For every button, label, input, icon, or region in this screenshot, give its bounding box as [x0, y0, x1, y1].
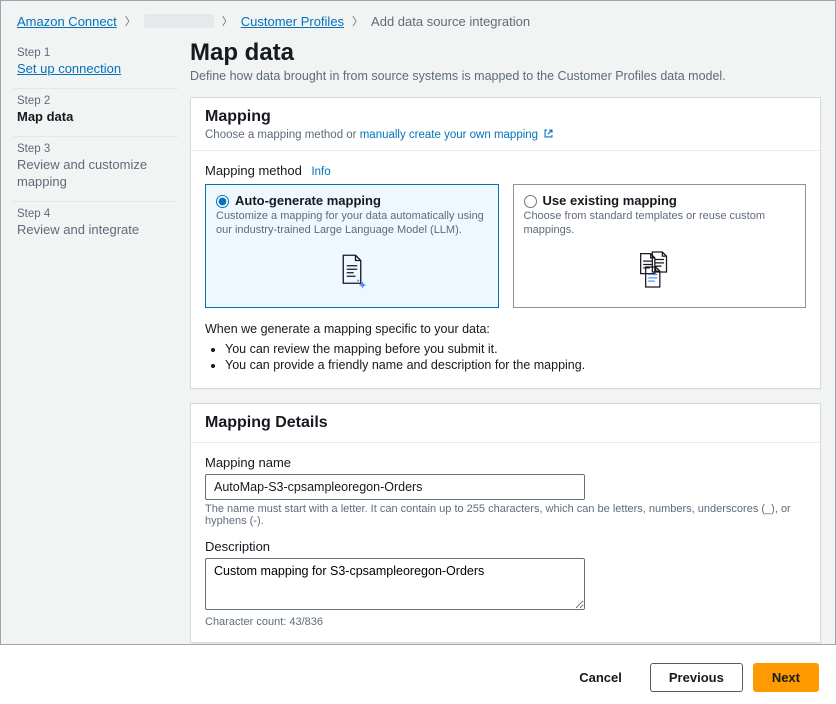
wizard-sidebar: Step 1 Set up connection Step 2 Map data… [13, 35, 178, 704]
step-name: Review and customize mapping [17, 157, 174, 191]
chevron-right-icon: 〉 [125, 13, 136, 29]
mapping-method-label: Mapping method [205, 163, 302, 178]
step-label: Step 1 [17, 47, 174, 59]
radio-auto-generate[interactable] [216, 195, 229, 208]
mapping-name-helper: The name must start with a letter. It ca… [205, 503, 806, 527]
tile-desc: Customize a mapping for your data automa… [216, 209, 488, 238]
mapping-method-tiles: Auto-generate mapping Customize a mappin… [205, 184, 806, 308]
external-link-icon [543, 128, 554, 142]
breadcrumb: Amazon Connect 〉 〉 Customer Profiles 〉 A… [5, 5, 831, 35]
step-label: Step 4 [17, 208, 174, 220]
info-link[interactable]: Info [311, 166, 330, 178]
mapping-heading: Mapping [205, 108, 806, 126]
radio-use-existing[interactable] [524, 195, 537, 208]
mapping-name-label: Mapping name [205, 455, 806, 470]
step-name: Set up connection [17, 61, 174, 78]
note-bullet: You can provide a friendly name and desc… [225, 358, 806, 372]
breadcrumb-redacted [144, 14, 214, 28]
breadcrumb-current: Add data source integration [371, 14, 530, 29]
step-name: Review and integrate [17, 222, 174, 239]
previous-button[interactable]: Previous [650, 663, 743, 692]
documents-stack-icon [524, 250, 796, 297]
tile-auto-generate-mapping[interactable]: Auto-generate mapping Customize a mappin… [205, 184, 499, 308]
breadcrumb-amazon-connect[interactable]: Amazon Connect [17, 14, 117, 29]
description-textarea[interactable] [205, 558, 585, 610]
note-intro: When we generate a mapping specific to y… [205, 322, 806, 336]
chevron-right-icon: 〉 [352, 13, 363, 29]
breadcrumb-customer-profiles[interactable]: Customer Profiles [241, 14, 344, 29]
tile-title: Auto-generate mapping [216, 193, 488, 208]
wizard-step-1[interactable]: Step 1 Set up connection [13, 41, 178, 89]
tile-title: Use existing mapping [524, 193, 796, 208]
page-subtitle: Define how data brought in from source s… [190, 69, 821, 83]
step-label: Step 3 [17, 143, 174, 155]
manual-mapping-link[interactable]: manually create your own mapping [360, 129, 538, 141]
tile-desc: Choose from standard templates or reuse … [524, 209, 796, 238]
details-heading: Mapping Details [205, 414, 806, 432]
note-bullet: You can review the mapping before you su… [225, 342, 806, 356]
description-label: Description [205, 539, 806, 554]
step-name: Map data [17, 109, 174, 126]
mapping-panel: Mapping Choose a mapping method or manua… [190, 97, 821, 389]
wizard-step-2: Step 2 Map data [13, 89, 178, 137]
step-label: Step 2 [17, 95, 174, 107]
document-sparkle-icon [216, 250, 488, 295]
character-count: Character count: 43/836 [205, 616, 806, 628]
mapping-details-panel: Mapping Details Mapping name The name mu… [190, 403, 821, 643]
wizard-step-3: Step 3 Review and customize mapping [13, 137, 178, 202]
cancel-button[interactable]: Cancel [561, 664, 640, 691]
next-button[interactable]: Next [753, 663, 819, 692]
wizard-step-4: Step 4 Review and integrate [13, 202, 178, 249]
mapping-name-input[interactable] [205, 474, 585, 500]
tile-use-existing-mapping[interactable]: Use existing mapping Choose from standar… [513, 184, 807, 308]
mapping-description: Choose a mapping method or manually crea… [205, 128, 806, 142]
page-title: Map data [190, 39, 821, 67]
chevron-right-icon: 〉 [222, 13, 233, 29]
